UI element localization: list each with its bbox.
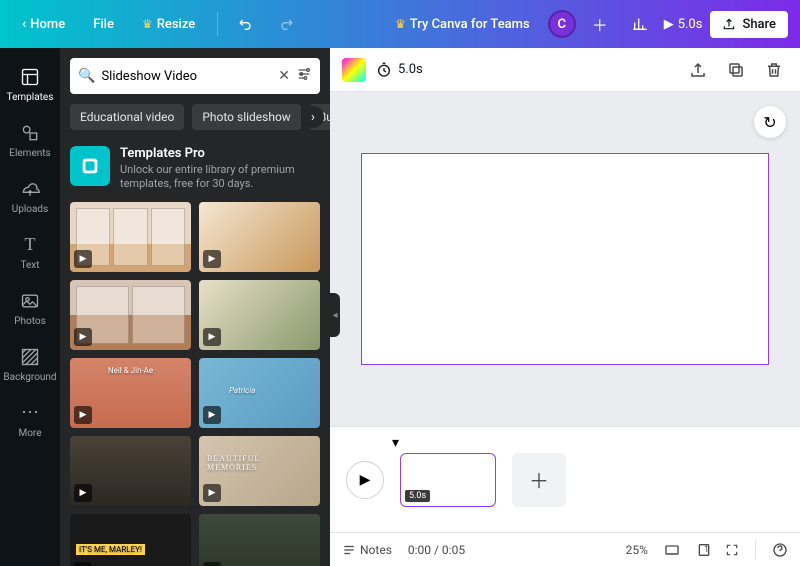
template-thumb[interactable]: ▶ xyxy=(199,202,320,272)
duplicate-icon[interactable] xyxy=(722,56,750,84)
more-icon: ⋯ xyxy=(19,402,41,424)
filter-chips: Educational video Photo slideshow Bu › xyxy=(60,102,330,138)
separator xyxy=(217,12,218,36)
chip-educational[interactable]: Educational video xyxy=(70,104,184,130)
sidenav-photos[interactable]: Photos xyxy=(0,280,60,336)
time-display: 0:00 / 0:05 xyxy=(408,543,465,557)
canvas-page[interactable] xyxy=(361,153,769,365)
search-icon: 🔍 xyxy=(78,68,95,84)
play-icon: ▶ xyxy=(74,250,92,268)
clock-icon xyxy=(376,62,392,78)
text-icon: T xyxy=(19,234,41,256)
animate-button[interactable]: ↻ xyxy=(754,106,786,138)
present-button[interactable]: ▶ 5.0s xyxy=(664,17,703,32)
side-nav: Templates Elements Uploads T Text Photos… xyxy=(0,48,60,566)
templates-pro-promo[interactable]: Templates Pro Unlock our entire library … xyxy=(60,138,330,202)
crown-icon: ♛ xyxy=(395,17,406,31)
filter-icon[interactable] xyxy=(296,66,312,86)
crown-icon: ♛ xyxy=(142,17,153,31)
share-button[interactable]: Share xyxy=(710,11,788,38)
sidenav-more[interactable]: ⋯ More xyxy=(0,392,60,448)
clips-row: ▶ ▾ 5.0s ＋ xyxy=(330,427,800,532)
sidenav-uploads[interactable]: Uploads xyxy=(0,168,60,224)
canvas-toolbar: 5.0s xyxy=(330,48,800,92)
delete-icon[interactable] xyxy=(760,56,788,84)
template-thumb[interactable]: Neil & Jin-Ae▶ xyxy=(70,358,191,428)
sidenav-elements[interactable]: Elements xyxy=(0,112,60,168)
search-input[interactable] xyxy=(101,69,272,84)
canvas-area: 5.0s ↻ ▶ ▾ 5.0s ＋ xyxy=(330,48,800,566)
notes-icon xyxy=(342,543,356,557)
background-color-picker[interactable] xyxy=(342,58,366,82)
background-icon xyxy=(19,346,41,368)
redo-button[interactable] xyxy=(270,8,302,40)
canvas-stage[interactable]: ↻ xyxy=(330,92,800,426)
play-icon: ▶ xyxy=(203,406,221,424)
template-grid: ▶ ▶ ▶ ▶ Neil & Jin-Ae▶ Patricia▶ ▶ BEAUT… xyxy=(60,202,330,566)
chip-photo-slideshow[interactable]: Photo slideshow xyxy=(192,104,300,130)
clip-duration-badge: 5.0s xyxy=(405,490,430,502)
timeline-clip[interactable]: 5.0s xyxy=(400,453,496,507)
bottom-bar: Notes 0:00 / 0:05 25% 1 xyxy=(330,532,800,566)
undo-button[interactable] xyxy=(230,8,262,40)
avatar[interactable]: C xyxy=(548,10,576,38)
sidenav-templates[interactable]: Templates xyxy=(0,56,60,112)
add-page-button[interactable]: ＋ xyxy=(512,453,566,507)
sidenav-text[interactable]: T Text xyxy=(0,224,60,280)
template-thumb[interactable]: ▶ xyxy=(199,514,320,566)
try-teams-button[interactable]: ♛ Try Canva for Teams xyxy=(385,11,540,38)
promo-desc: Unlock our entire library of premium tem… xyxy=(120,163,320,192)
play-icon: ▶ xyxy=(74,406,92,424)
template-thumb[interactable]: ▶ xyxy=(70,436,191,506)
template-thumb[interactable]: Patricia▶ xyxy=(199,358,320,428)
insights-button[interactable] xyxy=(624,8,656,40)
upload-icon xyxy=(722,17,736,31)
chevron-left-icon: ‹ xyxy=(22,16,26,32)
play-icon: ▶ xyxy=(203,484,221,502)
timeline-play-button[interactable]: ▶ xyxy=(346,461,384,499)
photos-icon xyxy=(19,290,41,312)
play-icon: ▶ xyxy=(74,562,92,566)
template-thumb[interactable]: IT'S ME, MARLEY!▶ xyxy=(70,514,191,566)
sidenav-background[interactable]: Background xyxy=(0,336,60,392)
play-icon: ▶ xyxy=(74,328,92,346)
play-icon: ▶ xyxy=(664,17,674,32)
templates-panel: 🔍 ✕ Educational video Photo slideshow Bu… xyxy=(60,48,330,566)
play-icon: ▶ xyxy=(203,562,221,566)
uploads-icon xyxy=(19,178,41,200)
page-count-button[interactable]: 1 xyxy=(696,542,709,558)
template-thumb[interactable]: BEAUTIFULMEMORIES▶ xyxy=(199,436,320,506)
top-header: ‹ Home File ♛ Resize ♛ Try Canva for Tea… xyxy=(0,0,800,48)
add-member-button[interactable]: ＋ xyxy=(584,8,616,40)
home-button[interactable]: ‹ Home xyxy=(12,10,75,38)
notes-button[interactable]: Notes xyxy=(342,543,392,557)
fullscreen-button[interactable] xyxy=(725,543,739,557)
template-thumb[interactable]: ▶ xyxy=(70,202,191,272)
file-menu[interactable]: File xyxy=(83,11,124,38)
page-duration[interactable]: 5.0s xyxy=(376,62,423,78)
help-button[interactable] xyxy=(772,542,788,558)
chips-scroll-right[interactable]: › xyxy=(302,106,324,128)
timeline: ▶ ▾ 5.0s ＋ Notes 0:00 / 0:05 25% 1 xyxy=(330,426,800,566)
export-icon[interactable] xyxy=(684,56,712,84)
templates-icon xyxy=(19,66,41,88)
play-icon: ▶ xyxy=(203,250,221,268)
play-icon: ▶ xyxy=(74,484,92,502)
play-icon: ▶ xyxy=(203,328,221,346)
template-thumb[interactable]: ▶ xyxy=(70,280,191,350)
promo-icon xyxy=(70,146,110,186)
home-label: Home xyxy=(30,17,65,32)
resize-button[interactable]: ♛ Resize xyxy=(132,11,205,38)
grid-view-button[interactable] xyxy=(664,542,680,558)
zoom-level[interactable]: 25% xyxy=(626,543,648,557)
promo-title: Templates Pro xyxy=(120,146,320,161)
playhead-icon[interactable]: ▾ xyxy=(392,435,399,451)
clear-icon[interactable]: ✕ xyxy=(278,68,290,84)
elements-icon xyxy=(19,122,41,144)
template-thumb[interactable]: ▶ xyxy=(199,280,320,350)
search-bar[interactable]: 🔍 ✕ xyxy=(70,58,320,94)
